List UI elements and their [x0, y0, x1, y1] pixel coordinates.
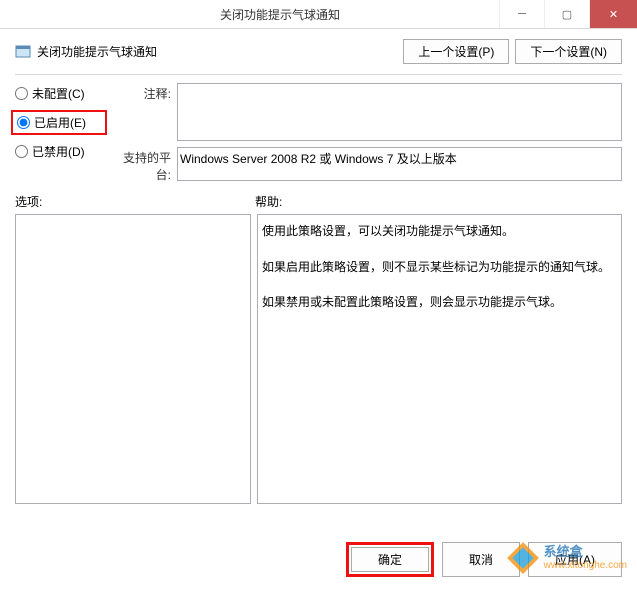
next-setting-button[interactable]: 下一个设置(N) [515, 39, 622, 64]
help-label: 帮助: [255, 193, 282, 210]
radio-not-configured-label: 未配置(C) [32, 85, 85, 102]
comment-textarea[interactable] [177, 83, 622, 141]
apply-button[interactable]: 应用(A) [528, 542, 622, 577]
comment-label: 注释: [121, 83, 171, 102]
supported-textarea [177, 147, 622, 181]
radio-enabled[interactable]: 已启用(E) [11, 110, 107, 135]
maximize-button[interactable]: ▢ [544, 0, 589, 28]
close-button[interactable]: ✕ [589, 0, 637, 28]
cancel-button[interactable]: 取消 [442, 542, 520, 577]
help-text-1: 使用此策略设置，可以关闭功能提示气球通知。 [262, 221, 617, 243]
header-label: 关闭功能提示气球通知 [37, 43, 157, 60]
help-panel: 使用此策略设置，可以关闭功能提示气球通知。 如果启用此策略设置，则不显示某些标记… [257, 214, 622, 504]
radio-disabled[interactable]: 已禁用(D) [15, 143, 103, 160]
prev-setting-button[interactable]: 上一个设置(P) [403, 39, 509, 64]
supported-label: 支持的平台: [121, 147, 171, 183]
policy-icon [15, 44, 31, 60]
help-text-2: 如果启用此策略设置，则不显示某些标记为功能提示的通知气球。 [262, 257, 617, 279]
radio-disabled-label: 已禁用(D) [32, 143, 85, 160]
radio-not-configured[interactable]: 未配置(C) [15, 85, 103, 102]
help-text-3: 如果禁用或未配置此策略设置，则会显示功能提示气球。 [262, 292, 617, 314]
window-title: 关闭功能提示气球通知 [61, 6, 499, 23]
options-label: 选项: [15, 193, 255, 210]
divider [15, 74, 622, 75]
radio-enabled-label: 已启用(E) [34, 114, 86, 131]
options-panel [15, 214, 251, 504]
minimize-button[interactable]: ─ [499, 0, 544, 28]
ok-button[interactable]: 确定 [351, 547, 429, 572]
